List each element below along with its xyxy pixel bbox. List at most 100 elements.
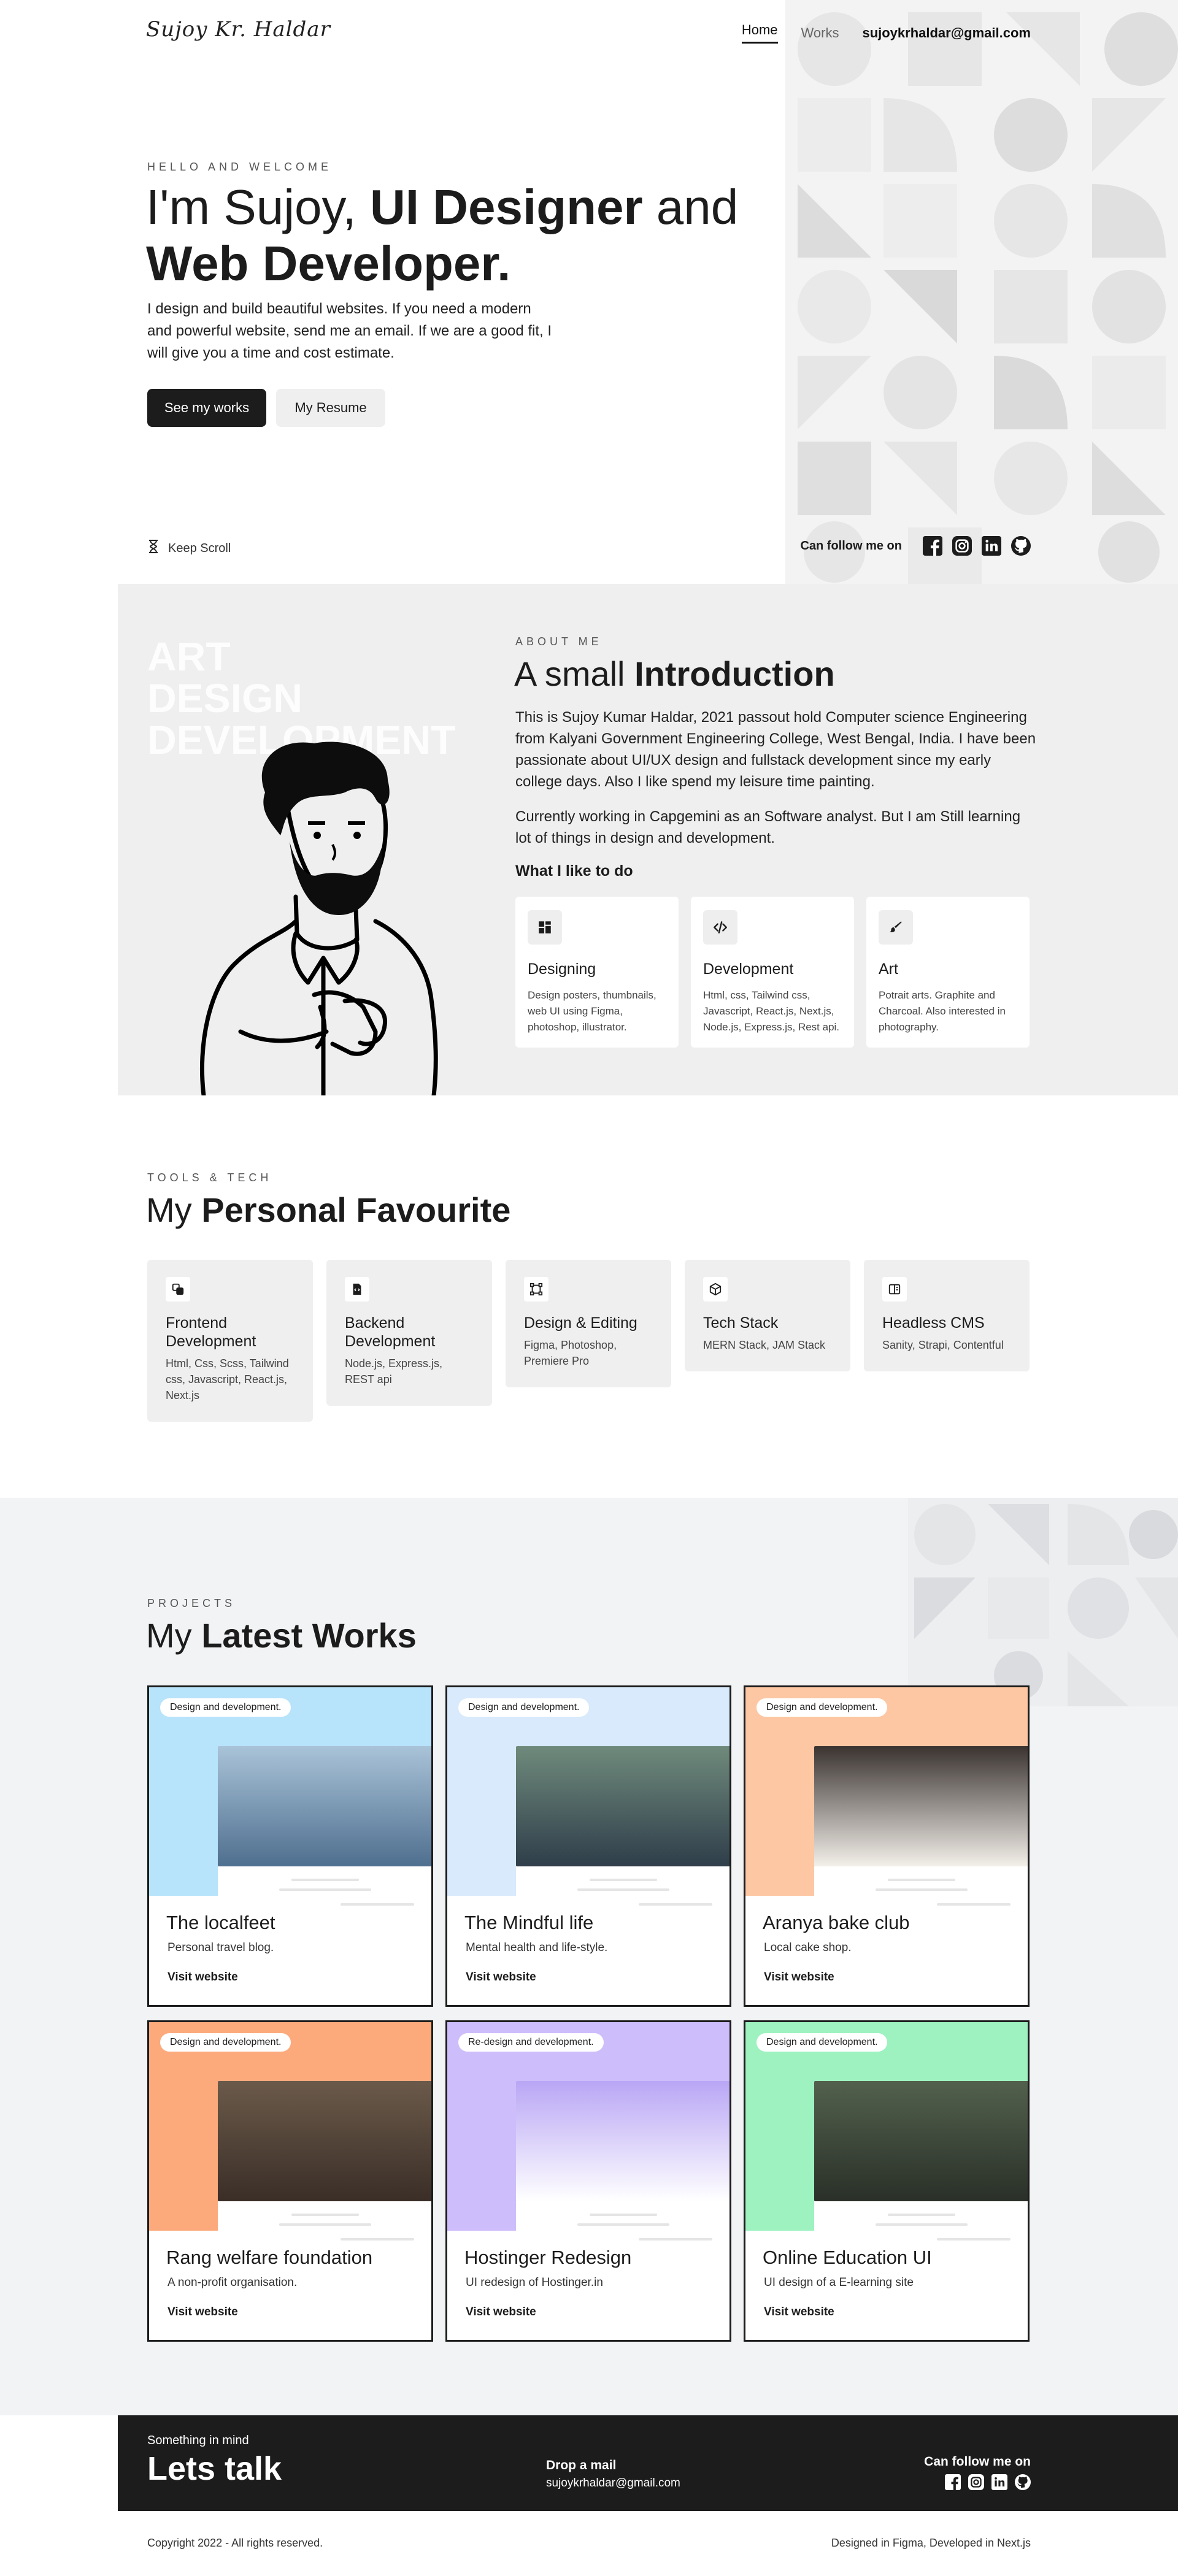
project-name: Online Education UI: [763, 2247, 932, 2268]
tool-card-text: Figma, Photoshop, Premiere Pro: [524, 1339, 617, 1367]
hero-eyebrow: HELLO AND WELCOME: [147, 161, 333, 173]
tool-card-text: Node.js, Express.js, REST api: [345, 1357, 443, 1386]
tool-card-frontend: Frontend Development Html, Css, Scss, Ta…: [147, 1260, 313, 1422]
project-name: The localfeet: [166, 1912, 275, 1933]
like-card-text: Potrait arts. Graphite and Charcoal. Als…: [879, 989, 1006, 1033]
vector-icon: [524, 1277, 549, 1301]
file-code-icon: [345, 1277, 369, 1301]
like-card-designing: Designing Design posters, thumbnails, we…: [515, 897, 679, 1048]
tool-card-text: Html, Css, Scss, Tailwind css, Javascrip…: [166, 1357, 289, 1401]
panel-icon: [882, 1277, 907, 1301]
project-card[interactable]: Design and development. The Mindful life M…: [445, 1685, 731, 2007]
project-name: Rang welfare foundation: [166, 2247, 373, 2268]
project-description: Mental health and life-style.: [466, 1941, 608, 1954]
tool-card-design: Design & Editing Figma, Photoshop, Premi…: [506, 1260, 671, 1387]
about-paragraph-1: This is Sujoy Kumar Haldar, 2021 passout…: [515, 709, 1036, 790]
footer-tagline: Something in mind: [147, 2434, 249, 2447]
project-description: UI redesign of Hostinger.in: [466, 2276, 603, 2289]
nav-works[interactable]: Works: [801, 25, 839, 41]
project-card[interactable]: Design and development. Aranya bake club L…: [744, 1685, 1030, 2007]
project-screenshot: [814, 2081, 1028, 2201]
drop-mail-label: Drop a mail: [546, 2458, 617, 2472]
see-my-works-button[interactable]: See my works: [147, 389, 266, 427]
layout-icon: [528, 910, 562, 945]
visit-website-link[interactable]: Visit website: [167, 1971, 238, 1984]
visit-website-link[interactable]: Visit website: [764, 1971, 834, 1984]
github-icon[interactable]: [1015, 2474, 1031, 2490]
project-card[interactable]: Design and development. The localfeet Pers…: [147, 1685, 433, 2007]
box-icon: [703, 1277, 728, 1301]
project-name: Aranya bake club: [763, 1912, 910, 1933]
tools-cards: Frontend Development Html, Css, Scss, Ta…: [147, 1260, 1030, 1422]
like-card-text: Html, css, Tailwind css, Javascript, Rea…: [703, 989, 840, 1033]
my-resume-button[interactable]: My Resume: [276, 389, 385, 427]
visit-website-link[interactable]: Visit website: [466, 2306, 536, 2319]
facebook-icon[interactable]: [923, 536, 942, 556]
project-description: A non-profit organisation.: [167, 2276, 298, 2289]
likes-cards: Designing Design posters, thumbnails, we…: [515, 897, 1030, 1048]
tool-card-title: Design & Editing: [524, 1314, 637, 1332]
logo[interactable]: Sujoy Kr. Haldar: [146, 17, 331, 42]
main-nav: Home Works sujoykrhaldar@gmail.com: [741, 22, 1031, 44]
tools-eyebrow: TOOLS & TECH: [147, 1171, 272, 1184]
tool-card-backend: Backend Development Node.js, Express.js,…: [326, 1260, 492, 1406]
like-card-title: Designing: [528, 960, 596, 978]
linkedin-icon[interactable]: [982, 536, 1001, 556]
visit-website-link[interactable]: Visit website: [167, 2306, 238, 2319]
tool-card-text: Sanity, Strapi, Contentful: [882, 1339, 1004, 1351]
like-card-title: Development: [703, 960, 794, 978]
hero-social-links: Can follow me on: [800, 536, 1031, 556]
geometric-pattern-decoration: [785, 0, 1178, 584]
project-screenshot-lower: [516, 2201, 730, 2340]
project-card[interactable]: Re-design and development. Hostinger Rede…: [445, 2020, 731, 2342]
contact-band: Something in mind Lets talk Drop a mail …: [118, 2415, 1178, 2511]
layers-icon: [166, 1277, 190, 1301]
like-card-development: Development Html, css, Tailwind css, Jav…: [691, 897, 854, 1048]
instagram-icon[interactable]: [952, 536, 972, 556]
like-card-title: Art: [879, 960, 898, 978]
nav-home[interactable]: Home: [741, 22, 778, 44]
avatar-illustration: [199, 742, 438, 1095]
built-with-text: Designed in Figma, Developed in Next.js: [831, 2537, 1031, 2549]
project-tag: Design and development.: [160, 1698, 291, 1717]
lets-talk-heading: Lets talk: [147, 2450, 282, 2487]
instagram-icon[interactable]: [968, 2474, 984, 2490]
project-screenshot-lower: [218, 1866, 431, 2005]
projects-eyebrow: PROJECTS: [147, 1597, 236, 1609]
visit-website-link[interactable]: Visit website: [466, 1971, 536, 1984]
tool-card-title: Backend Development: [345, 1314, 436, 1350]
projects-grid: Design and development. The localfeet Pers…: [147, 1685, 1030, 2342]
github-icon[interactable]: [1011, 536, 1031, 556]
hero-section: Sujoy Kr. Haldar Home Works sujoykrhalda…: [0, 0, 1178, 584]
tool-card-title: Frontend Development: [166, 1314, 256, 1350]
nav-email-link[interactable]: sujoykrhaldar@gmail.com: [862, 25, 1031, 41]
geometric-pattern-decoration: [908, 1498, 1178, 1706]
code-icon: [703, 910, 737, 945]
project-description: Local cake shop.: [764, 1941, 852, 1954]
copyright-text: Copyright 2022 - All rights reserved.: [147, 2537, 323, 2549]
linkedin-icon[interactable]: [991, 2474, 1007, 2490]
project-tag: Design and development.: [756, 2033, 888, 2052]
about-eyebrow: ABOUT ME: [515, 635, 602, 648]
project-tag: Design and development.: [458, 1698, 590, 1717]
projects-section: PROJECTS My Latest Works Design and deve…: [0, 1498, 1178, 2415]
project-card[interactable]: Design and development. Online Education …: [744, 2020, 1030, 2342]
project-screenshot-lower: [814, 1866, 1028, 2005]
hero-description: I design and build beautiful websites. I…: [147, 301, 552, 361]
keep-scroll-hint: Keep Scroll: [148, 540, 231, 557]
project-name: Hostinger Redesign: [464, 2247, 632, 2268]
hourglass-icon: [148, 540, 158, 557]
about-paragraph-2: Currently working in Capgemini as an Sof…: [515, 808, 1021, 846]
project-card[interactable]: Design and development. Rang welfare foun…: [147, 2020, 433, 2342]
hero-title: I'm Sujoy, UI Designer and Web Developer.: [146, 180, 739, 291]
visit-website-link[interactable]: Visit website: [764, 2306, 834, 2319]
facebook-icon[interactable]: [945, 2474, 961, 2490]
footer-follow-label: Can follow me on: [924, 2455, 1031, 2469]
project-description: Personal travel blog.: [167, 1941, 274, 1954]
like-card-text: Design posters, thumbnails, web UI using…: [528, 989, 656, 1033]
project-description: UI design of a E-learning site: [764, 2276, 914, 2289]
project-tag: Design and development.: [160, 2033, 291, 2052]
project-screenshot: [516, 2081, 730, 2201]
tool-card-title: Headless CMS: [882, 1314, 985, 1332]
footer-email-link[interactable]: sujoykrhaldar@gmail.com: [546, 2477, 680, 2490]
